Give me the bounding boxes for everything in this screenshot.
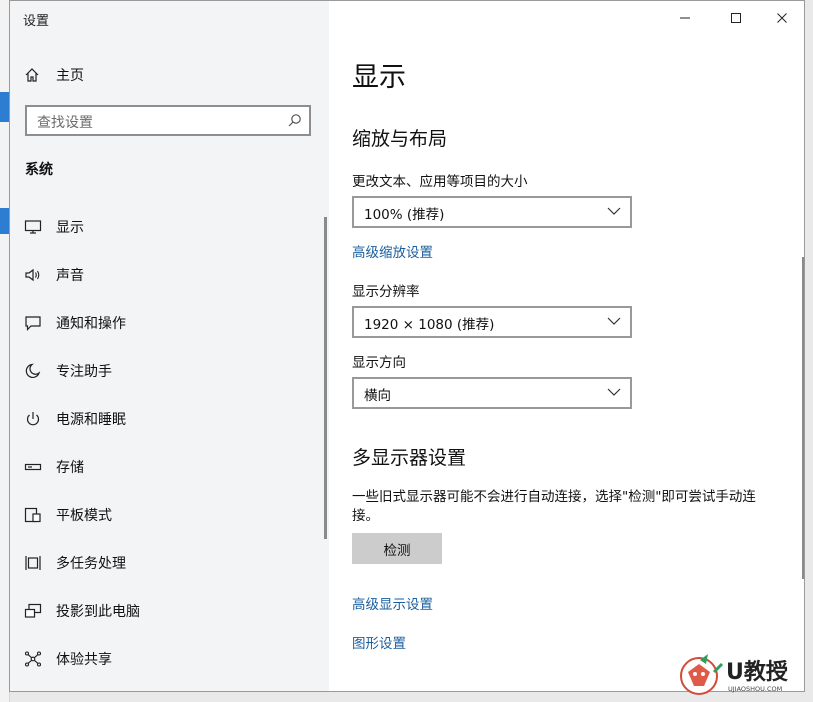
- watermark-url: UJIAOSHOU.COM: [728, 685, 782, 693]
- orientation-value: 横向: [364, 388, 391, 404]
- sidebar-item-notifications[interactable]: 通知和操作: [10, 299, 322, 347]
- sidebar-item-power[interactable]: 电源和睡眠: [10, 395, 322, 443]
- sidebar-item-label: 存储: [56, 460, 84, 476]
- settings-window: 设置 主页 查找设置 系统 显示 声音 通知和操作 专注助手 电源和睡眠 存储 …: [9, 0, 805, 692]
- advanced-display-link[interactable]: 高级显示设置: [352, 593, 433, 613]
- share-icon: [24, 650, 42, 668]
- advanced-scaling-link[interactable]: 高级缩放设置: [352, 241, 433, 261]
- scale-layout-heading: 缩放与布局: [352, 128, 448, 150]
- multi-display-description: 一些旧式显示器可能不会进行自动连接，选择"检测"即可尝试手动连接。: [352, 489, 756, 524]
- project-icon: [24, 602, 42, 620]
- section-label: 系统: [25, 162, 53, 178]
- search-icon: [288, 114, 301, 127]
- sidebar-item-sound[interactable]: 声音: [10, 251, 322, 299]
- graphics-settings-link[interactable]: 图形设置: [352, 632, 406, 652]
- resolution-dropdown[interactable]: 1920 × 1080 (推荐): [352, 306, 632, 338]
- speaker-icon: [24, 266, 42, 284]
- sidebar-nav: 显示 声音 通知和操作 专注助手 电源和睡眠 存储 平板模式 多任务处理 投影到…: [10, 203, 322, 683]
- home-label: 主页: [56, 68, 84, 84]
- minimize-icon: [680, 17, 690, 19]
- sidebar-item-label: 声音: [56, 268, 84, 284]
- scale-label: 更改文本、应用等项目的大小: [352, 174, 528, 190]
- orientation-dropdown[interactable]: 横向: [352, 377, 632, 409]
- sidebar-item-tablet-mode[interactable]: 平板模式: [10, 491, 322, 539]
- detect-button[interactable]: 检测: [352, 533, 442, 564]
- sidebar-item-label: 通知和操作: [56, 316, 126, 332]
- chevron-down-icon: [607, 207, 621, 215]
- maximize-icon: [731, 13, 741, 23]
- close-button[interactable]: [768, 7, 796, 29]
- sidebar: 设置 主页 查找设置 系统 显示 声音 通知和操作 专注助手 电源和睡眠 存储 …: [10, 1, 329, 691]
- minimize-button[interactable]: [671, 7, 699, 29]
- multitask-icon: [24, 554, 42, 572]
- power-icon: [24, 410, 42, 428]
- orientation-label: 显示方向: [352, 355, 406, 371]
- chevron-down-icon: [607, 388, 621, 396]
- search-input[interactable]: 查找设置: [25, 105, 311, 136]
- chevron-down-icon: [607, 317, 621, 325]
- background-accent: [0, 92, 9, 122]
- scale-dropdown[interactable]: 100% (推荐): [352, 196, 632, 228]
- main-content: 显示 缩放与布局 更改文本、应用等项目的大小 100% (推荐) 高级缩放设置 …: [329, 1, 804, 691]
- resolution-value: 1920 × 1080 (推荐): [364, 317, 495, 333]
- moon-icon: [24, 362, 42, 380]
- sidebar-item-label: 平板模式: [56, 508, 112, 524]
- content-scrollbar[interactable]: [802, 257, 804, 579]
- sidebar-scrollbar[interactable]: [324, 217, 327, 539]
- close-icon: [777, 13, 787, 23]
- sidebar-item-display[interactable]: 显示: [10, 203, 322, 251]
- window-title: 设置: [23, 14, 50, 29]
- sidebar-item-label: 显示: [56, 220, 84, 236]
- resolution-label: 显示分辨率: [352, 284, 420, 300]
- background-accent: [0, 208, 9, 234]
- sidebar-item-shared-experiences[interactable]: 体验共享: [10, 635, 322, 683]
- page-title: 显示: [352, 62, 406, 93]
- multi-display-heading: 多显示器设置: [352, 447, 467, 469]
- home-nav-item[interactable]: 主页: [24, 65, 84, 85]
- notification-icon: [24, 314, 42, 332]
- sidebar-item-label: 投影到此电脑: [56, 604, 140, 620]
- sidebar-item-projecting[interactable]: 投影到此电脑: [10, 587, 322, 635]
- tablet-icon: [24, 506, 42, 524]
- sidebar-item-label: 电源和睡眠: [56, 412, 126, 428]
- scale-value: 100% (推荐): [364, 207, 445, 223]
- monitor-icon: [24, 218, 42, 236]
- sidebar-item-label: 专注助手: [56, 364, 112, 380]
- sidebar-item-multitasking[interactable]: 多任务处理: [10, 539, 322, 587]
- sidebar-item-focus-assist[interactable]: 专注助手: [10, 347, 322, 395]
- sidebar-item-storage[interactable]: 存储: [10, 443, 322, 491]
- sidebar-item-label: 多任务处理: [56, 556, 126, 572]
- sidebar-item-label: 体验共享: [56, 652, 112, 668]
- watermark-logo: U教授 UJIAOSHOU.COM: [680, 654, 789, 695]
- storage-icon: [24, 458, 42, 476]
- watermark-text: U教授: [726, 659, 789, 685]
- home-icon: [25, 68, 39, 82]
- maximize-button[interactable]: [722, 7, 750, 29]
- search-placeholder: 查找设置: [37, 115, 93, 131]
